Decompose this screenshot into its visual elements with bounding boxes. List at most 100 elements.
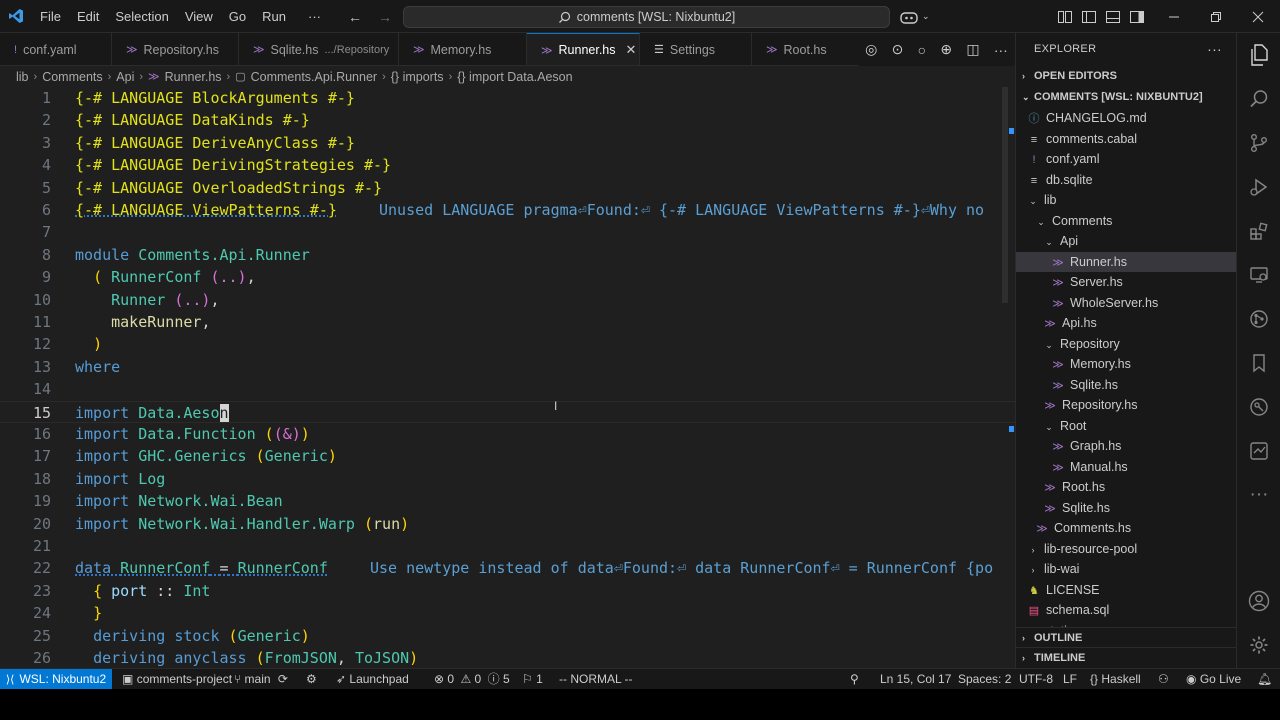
testing-icon[interactable] [1237,431,1280,471]
breadcrumb-item[interactable]: Api [116,70,134,84]
more-views-icon[interactable]: ··· [1237,475,1280,515]
outline-section[interactable]: › OUTLINE [1016,627,1236,648]
tree-item[interactable]: ⌄ Root [1016,416,1236,437]
git-compare-icon[interactable]: ⊕ [940,41,952,58]
run-debug-icon[interactable] [1237,167,1280,207]
breadcrumb-item[interactable]: Comments [42,70,102,84]
breadcrumb-item[interactable]: lib [16,70,29,84]
tree-item[interactable]: ⌄ lib [1016,190,1236,211]
tab-conf-yaml[interactable]: ! conf.yaml [0,33,112,65]
branch-indicator[interactable]: ⑂ main ⟳ [234,669,288,689]
zoom-icon[interactable]: ⚲ [850,669,859,689]
breadcrumb-item[interactable]: {} imports [391,70,444,84]
debug-icon[interactable]: ⚙ [306,669,317,689]
split-editor-icon[interactable]: ◫ [966,41,979,58]
ports-indicator[interactable]: ⚐ 1 [522,669,543,689]
git-graph-icon[interactable] [1237,387,1280,427]
tree-item[interactable]: › lib-wai [1016,559,1236,580]
tree-item[interactable]: ⌄ Api [1016,231,1236,252]
project-indicator[interactable]: ▣ comments-project [122,669,232,689]
tab-root-hs[interactable]: ≫ Root.hs [752,33,872,65]
tree-item[interactable]: ≫ Graph.hs [1016,436,1236,457]
eye-icon[interactable]: ◎ [865,41,877,58]
remote-explorer-icon[interactable] [1237,255,1280,295]
tree-item[interactable]: ≫ Server.hs [1016,272,1236,293]
problems-indicator[interactable]: ⊗ 0 ⚠ 0 ⓘ 5 [434,669,510,689]
target-icon[interactable]: ⊙ [892,41,904,58]
tree-item[interactable]: ≫ Comments.hs [1016,518,1236,539]
tree-item[interactable]: ≫ Sqlite.hs [1016,498,1236,519]
tree-item[interactable]: ≫ WholeServer.hs [1016,293,1236,314]
more-actions-icon[interactable]: ··· [994,42,1008,58]
circle-icon[interactable]: ○ [918,42,926,58]
back-arrow-icon[interactable]: ← [348,9,362,25]
go-live-button[interactable]: ◉ Go Live [1186,669,1241,689]
search-icon[interactable] [1237,79,1280,119]
breadcrumb-item[interactable]: Runner.hs [165,70,222,84]
tree-item[interactable]: ▤ schema.sql [1016,600,1236,621]
restore-icon[interactable] [1210,0,1222,33]
menu-run[interactable]: Run [254,0,294,33]
close-window-icon[interactable] [1252,0,1264,33]
toggle-primary-sidebar-icon[interactable] [1082,0,1096,33]
copilot-icon[interactable]: ⌄ [900,0,930,33]
tree-item[interactable]: ≫ Memory.hs [1016,354,1236,375]
workspace-section[interactable]: ⌄ COMMENTS [WSL: NIXBUNTU2] [1016,87,1236,108]
open-editors-section[interactable]: › OPEN EDITORS [1016,66,1236,87]
menu-selection[interactable]: Selection [107,0,176,33]
forward-arrow-icon[interactable]: → [378,9,392,25]
tree-item[interactable]: ⌄ Repository [1016,334,1236,355]
tab-repository-hs[interactable]: ≫ Repository.hs [112,33,239,65]
gear-icon[interactable] [1237,625,1280,665]
launchpad-indicator[interactable]: ➶ Launchpad [336,669,409,689]
cursor-position[interactable]: Ln 15, Col 17 [880,669,951,689]
tree-item[interactable]: ≫ Repository.hs [1016,395,1236,416]
tab-settings[interactable]: ☰ Settings [640,33,752,65]
tree-item[interactable]: ≫ Api.hs [1016,313,1236,334]
tab-memory-hs[interactable]: ≫ Memory.hs [399,33,527,65]
layout-customize-icon[interactable] [1058,0,1072,33]
command-center-search[interactable]: comments [WSL: Nixbuntu2] [403,6,890,28]
tree-item[interactable]: ! conf.yaml [1016,149,1236,170]
tab-sqlite-hs[interactable]: ≫ Sqlite.hs .../Repository [239,33,399,65]
code-editor[interactable]: 1 {-# LANGUAGE BlockArguments #-} 2 {-# LA… [0,87,1015,668]
encoding[interactable]: UTF-8 [1019,669,1053,689]
menu-edit[interactable]: Edit [69,0,107,33]
remote-indicator[interactable]: ⟩⟨ WSL: Nixbuntu2 [0,669,112,689]
indentation[interactable]: Spaces: 2 [958,669,1011,689]
tree-item[interactable]: ≫ Root.hs [1016,477,1236,498]
explorer-files-icon[interactable] [1237,35,1280,75]
tree-item[interactable]: ⌄ Comments [1016,211,1236,232]
close-tab-icon[interactable]: ✕ [626,42,637,58]
extensions-icon[interactable] [1237,211,1280,251]
menu-file[interactable]: File [32,0,69,33]
tree-item[interactable]: ≫ Runner.hs [1016,251,1236,272]
breadcrumb-item[interactable]: {} import Data.Aeson [457,70,572,84]
tree-item[interactable]: ≫ Manual.hs [1016,457,1236,478]
gitlens-icon[interactable] [1237,299,1280,339]
toggle-panel-icon[interactable] [1106,0,1120,33]
notifications-bell-icon[interactable]: 🔔︎ [1257,669,1272,689]
menu-view[interactable]: View [177,0,221,33]
bookmark-icon[interactable] [1237,343,1280,383]
toggle-secondary-sidebar-icon[interactable] [1130,0,1144,33]
tree-item[interactable]: ⓘ CHANGELOG.md [1016,108,1236,129]
editor-scrollbar[interactable] [1002,87,1008,303]
tree-item[interactable]: ♞ LICENSE [1016,580,1236,601]
timeline-section[interactable]: › TIMELINE [1016,647,1236,668]
account-icon[interactable] [1237,581,1280,621]
breadcrumb-item[interactable]: Comments.Api.Runner [251,70,377,84]
tab-runner-hs[interactable]: ≫ Runner.hs ✕ [527,33,640,65]
language-mode[interactable]: {} Haskell [1090,669,1141,689]
source-control-icon[interactable] [1237,123,1280,163]
tree-item[interactable]: ≫ Sqlite.hs [1016,375,1236,396]
tree-item[interactable]: › lib-resource-pool [1016,539,1236,560]
copilot-status-icon[interactable]: ⚇ [1158,669,1169,689]
tree-item[interactable]: ≡ comments.cabal [1016,129,1236,150]
menu-more[interactable]: ··· [300,0,329,33]
menu-go[interactable]: Go [221,0,254,33]
more-actions-icon[interactable]: ··· [1207,33,1222,66]
tree-item[interactable]: ≡ db.sqlite [1016,170,1236,191]
minimize-icon[interactable] [1168,0,1180,33]
end-of-line[interactable]: LF [1063,669,1077,689]
